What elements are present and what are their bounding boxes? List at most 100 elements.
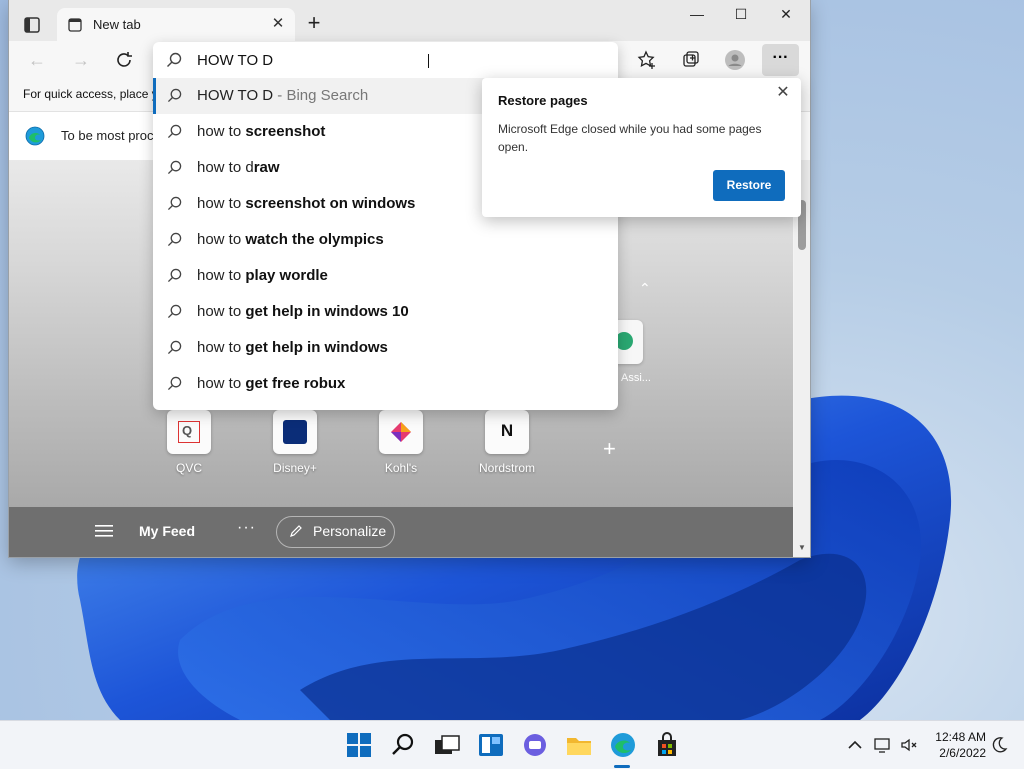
quick-link-disney[interactable] [273,410,317,454]
suggestion-text: HOW TO D - Bing Search [197,87,368,104]
close-icon[interactable]: ✕ [773,82,793,102]
my-feed-tab[interactable]: My Feed [139,523,195,539]
scroll-down-icon[interactable]: ▼ [798,543,806,552]
address-bar-value: HOW TO D [197,52,274,69]
search-icon [167,52,182,67]
focus-moon-icon[interactable] [990,736,1008,754]
quick-link-label: Disney+ [273,461,317,475]
suggestion-prefix: how to [197,303,246,320]
back-button[interactable]: ← [26,49,48,71]
suggestion-prefix: how to [197,231,246,248]
maximize-button[interactable]: ☐ [719,6,763,26]
more-feed-options-icon[interactable]: ··· [237,519,256,537]
address-bar[interactable]: HOW TO D [153,42,618,78]
file-explorer-icon[interactable] [566,732,592,758]
hamburger-menu-icon[interactable] [95,524,113,538]
search-icon [167,268,182,283]
forward-button[interactable]: → [70,49,92,71]
volume-muted-icon[interactable] [900,736,918,754]
restore-pages-popup: Restore pages ✕ Microsoft Edge closed wh… [482,78,801,217]
task-view-icon[interactable] [434,732,460,758]
search-icon [167,340,182,355]
clock-time: 12:48 AM [935,730,986,744]
nordstrom-letter: N [500,421,514,440]
suggestion-completion: screenshot on windows [245,195,416,212]
search-icon [167,196,182,211]
search-icon [167,232,182,247]
profile-avatar-icon[interactable] [724,49,746,71]
search-suggestion[interactable]: how to watch the olympics [153,222,618,258]
suggestion-completion: raw [253,159,280,176]
quick-link-label: Nordstrom [478,461,535,475]
search-suggestion[interactable]: how to play wordle [153,258,618,294]
search-suggestion[interactable]: how to get help in windows [153,330,618,366]
edge-logo-icon [25,126,45,146]
widgets-icon[interactable] [478,732,504,758]
new-tab-button[interactable]: + [303,12,325,34]
collections-icon[interactable] [680,49,702,71]
search-icon[interactable] [390,732,416,758]
suggestion-prefix: how to [197,195,246,212]
info-bar-text: To be most proc [61,128,154,143]
personalize-button[interactable]: Personalize [276,516,395,548]
add-site-icon[interactable]: + [603,436,616,462]
search-icon [167,88,182,103]
suggestion-prefix: HOW TO D [197,87,274,104]
popup-title: Restore pages [498,93,588,108]
suggestion-text: how to get help in windows 10 [197,303,409,320]
suggestion-text: how to get free robux [197,375,345,392]
tab-actions-icon[interactable] [23,16,41,34]
tab-title: New tab [93,17,141,32]
clock-date: 2/6/2022 [939,746,986,760]
suggestion-completion: get help in windows 10 [245,303,409,320]
minimize-button[interactable]: — [675,6,719,26]
tab-new-tab[interactable]: New tab ✕ [57,8,295,41]
page-scrollbar[interactable]: ▼ [794,160,810,557]
suggestion-prefix: how to [197,123,246,140]
suggestion-completion: screenshot [245,123,326,140]
suggestion-completion: get help in windows [245,339,388,356]
suggestion-completion: play wordle [245,267,328,284]
edge-taskbar-icon[interactable] [610,732,636,758]
quick-link-label: QVC [175,461,202,475]
kohls-logo-icon [391,422,411,442]
refresh-icon[interactable] [113,49,135,71]
microsoft-store-icon[interactable] [654,732,680,758]
start-windows-icon[interactable] [346,732,372,758]
favorites-star-icon[interactable] [636,49,658,71]
suggestion-completion: watch the olympics [245,231,384,248]
search-icon [167,124,182,139]
quick-link-nordstrom[interactable]: N [485,410,529,454]
feed-bar: My Feed ··· Personalize [9,507,793,557]
chevron-up-icon[interactable] [846,736,864,754]
close-tab-icon[interactable]: ✕ [270,16,286,32]
suggestion-text: how to play wordle [197,267,328,284]
network-icon[interactable] [874,736,892,754]
chevron-up-icon[interactable]: ⌃ [639,280,651,297]
quick-link-qvc[interactable]: Q [167,410,211,454]
close-window-button[interactable]: ✕ [764,6,808,26]
search-icon [167,304,182,319]
quick-link-kohls[interactable] [379,410,423,454]
search-suggestion[interactable]: how to get free robux [153,366,618,402]
suggestion-engine: - Bing Search [273,87,369,104]
new-tab-icon [68,18,82,32]
suggestion-prefix: how to [197,339,246,356]
search-icon [167,160,182,175]
search-icon [167,376,182,391]
text-caret [428,54,429,68]
teams-chat-icon[interactable] [522,732,548,758]
suggestion-prefix: how to [197,267,246,284]
clock[interactable]: 12:48 AM 2/6/2022 [930,729,986,761]
quick-link-label: Kohl's [384,461,418,475]
suggestion-text: how to screenshot on windows [197,195,415,212]
personalize-label: Personalize [313,523,387,539]
suggestion-text: how to get help in windows [197,339,388,356]
suggestion-text: how to screenshot [197,123,325,140]
search-suggestion[interactable]: how to get help in windows 10 [153,294,618,330]
suggestion-prefix: how to [197,375,246,392]
popup-message: Microsoft Edge closed while you had some… [498,122,762,154]
suggestion-completion: get free robux [245,375,346,392]
restore-button[interactable]: Restore [713,170,785,201]
settings-and-more-button[interactable]: ··· [762,44,799,76]
